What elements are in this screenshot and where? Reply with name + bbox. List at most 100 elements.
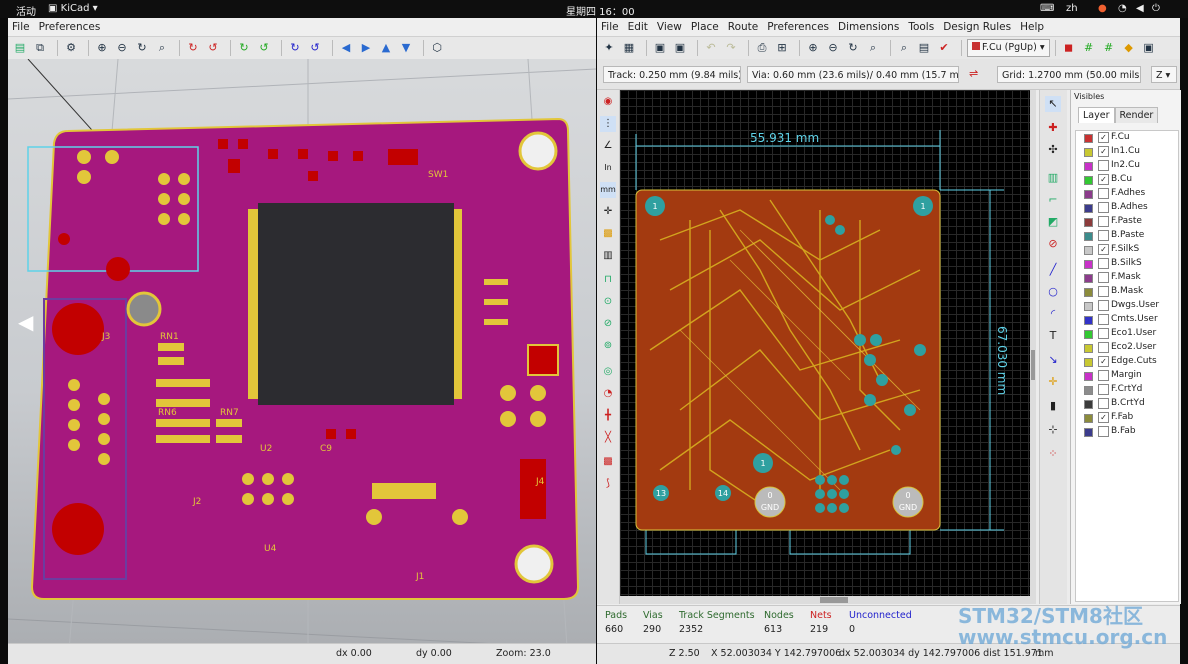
layer-row[interactable]: B.Paste — [1076, 229, 1178, 243]
clock[interactable]: 星期四 16：00 — [566, 3, 635, 18]
add-text-icon[interactable]: T — [1045, 328, 1061, 344]
units-mm-icon[interactable]: mm — [600, 182, 616, 198]
delete-icon[interactable]: ▮ — [1045, 398, 1061, 414]
layer-color-swatch[interactable] — [1084, 176, 1093, 185]
ortho-cube-icon[interactable]: ⬡ — [429, 40, 445, 56]
scripting-icon[interactable]: ▣ — [1141, 40, 1157, 56]
layer-row[interactable]: ✓ Edge.Cuts — [1076, 355, 1178, 369]
load-icon[interactable]: ▣ — [652, 40, 668, 56]
layer-row[interactable]: F.Mask — [1076, 271, 1178, 285]
zoom-select[interactable]: Z ▾ — [1151, 66, 1177, 83]
add-line-icon[interactable]: ╱ — [1045, 262, 1061, 278]
activities-button[interactable]: 活动 — [16, 3, 36, 18]
ratsnest-toggle-icon[interactable]: ▩ — [600, 226, 616, 242]
3d-viewport[interactable]: SW1 J2 J4 J1 U4 RN1 RN6 RN7 C9 J3 U2 — [8, 59, 596, 662]
grid-toggle-icon[interactable]: ⋮ — [600, 116, 616, 132]
add-circle-icon[interactable]: ○ — [1045, 284, 1061, 300]
pads-sketch-icon[interactable]: ◎ — [600, 364, 616, 380]
auto-track-width-icon[interactable]: ⇌ — [969, 67, 978, 80]
layer-visibility-checkbox[interactable] — [1098, 398, 1109, 409]
layer-visibility-checkbox[interactable]: ✓ — [1098, 132, 1109, 143]
layer-manager-icon[interactable]: ▩ — [600, 454, 616, 470]
layer-color-swatch[interactable] — [1084, 302, 1093, 311]
keepout-icon[interactable]: ⊘ — [1045, 236, 1061, 252]
highlight-net-icon[interactable]: ✚ — [1045, 120, 1061, 136]
layer-color-swatch[interactable] — [1084, 246, 1093, 255]
layer-visibility-checkbox[interactable] — [1098, 370, 1109, 381]
layer-row[interactable]: B.SilkS — [1076, 257, 1178, 271]
menu-dimensions[interactable]: Dimensions — [838, 21, 899, 33]
layer-visibility-checkbox[interactable]: ✓ — [1098, 244, 1109, 255]
layer-visibility-checkbox[interactable] — [1098, 314, 1109, 325]
add-arc-icon[interactable]: ◜ — [1045, 306, 1061, 322]
layer-color-swatch[interactable] — [1084, 414, 1093, 423]
via-size-select[interactable]: Via: 0.60 mm (23.6 mils)/ 0.40 mm (15.7 … — [747, 66, 959, 83]
layer-row[interactable]: ✓ F.Fab — [1076, 411, 1178, 425]
tab-render[interactable]: Render — [1114, 107, 1159, 123]
layer-visibility-checkbox[interactable]: ✓ — [1098, 174, 1109, 185]
layer-row[interactable]: ✓ F.Cu — [1076, 131, 1178, 145]
layer-color-swatch[interactable] — [1084, 372, 1093, 381]
layer-row[interactable]: F.Adhes — [1076, 187, 1178, 201]
layer-visibility-checkbox[interactable]: ✓ — [1098, 356, 1109, 367]
layer-color-swatch[interactable] — [1084, 190, 1093, 199]
undo-icon[interactable]: ↶ — [703, 40, 719, 56]
menu-edit[interactable]: Edit — [628, 21, 648, 33]
language-indicator[interactable]: zh — [1066, 3, 1078, 14]
add-footprint-icon[interactable]: ▥ — [1045, 170, 1061, 186]
layer-pair-icon[interactable]: ◼ — [1061, 40, 1077, 56]
netlist-icon[interactable]: ▤ — [916, 40, 932, 56]
layer-row[interactable]: Margin — [1076, 369, 1178, 383]
layer-row[interactable]: Eco2.User — [1076, 341, 1178, 355]
zone-outline-icon[interactable]: ⊘ — [600, 316, 616, 332]
ratsnest-icon[interactable]: # — [1101, 40, 1117, 56]
layer-visibility-checkbox[interactable] — [1098, 216, 1109, 227]
layer-color-swatch[interactable] — [1084, 274, 1093, 283]
move-left-icon[interactable]: ◀ — [338, 40, 354, 56]
add-zone-icon[interactable]: ◩ — [1045, 214, 1061, 230]
layer-color-swatch[interactable] — [1084, 218, 1093, 227]
menu-route[interactable]: Route — [728, 21, 758, 33]
settings-icon[interactable]: ⚙ — [63, 40, 79, 56]
vias-sketch-icon[interactable]: ◔ — [600, 386, 616, 402]
zoom-out-icon[interactable]: ⊖ — [825, 40, 841, 56]
layer-color-swatch[interactable] — [1084, 358, 1093, 367]
move-right-icon[interactable]: ▶ — [358, 40, 374, 56]
grid-origin-icon[interactable]: ⁘ — [1045, 446, 1061, 462]
refresh-icon[interactable]: ↻ — [134, 40, 150, 56]
layer-color-swatch[interactable] — [1084, 204, 1093, 213]
local-ratsnest-icon[interactable]: ✣ — [1045, 142, 1061, 158]
layer-color-swatch[interactable] — [1084, 316, 1093, 325]
menu-preferences[interactable]: Preferences — [767, 21, 829, 33]
save-icon[interactable]: ▣ — [672, 40, 688, 56]
grid-icon[interactable]: # — [1081, 40, 1097, 56]
layer-visibility-checkbox[interactable]: ✓ — [1098, 146, 1109, 157]
rotate-x-cw-icon[interactable]: ↻ — [185, 40, 201, 56]
layer-row[interactable]: ✓ In1.Cu — [1076, 145, 1178, 159]
app-menu[interactable]: ▣ KiCad ▾ — [48, 3, 98, 14]
autoplace-icon[interactable]: ◆ — [1121, 40, 1137, 56]
layer-visibility-checkbox[interactable] — [1098, 160, 1109, 171]
layer-row[interactable]: ✓ F.SilkS — [1076, 243, 1178, 257]
zoom-in-icon[interactable]: ⊕ — [94, 40, 110, 56]
layer-visibility-checkbox[interactable]: ✓ — [1098, 412, 1109, 423]
zoom-fit-icon[interactable]: ⌕ — [154, 40, 170, 56]
layer-color-swatch[interactable] — [1084, 134, 1093, 143]
polar-coords-icon[interactable]: ∠ — [600, 138, 616, 154]
layer-color-swatch[interactable] — [1084, 260, 1093, 269]
layer-visibility-checkbox[interactable] — [1098, 384, 1109, 395]
drc-icon[interactable]: ✔ — [936, 40, 952, 56]
select-tool-icon[interactable]: ↖ — [1045, 96, 1061, 112]
zoom-fit-icon[interactable]: ⌕ — [865, 40, 881, 56]
layer-color-swatch[interactable] — [1084, 400, 1093, 409]
dimension-vertical[interactable]: 67.030 mm — [995, 326, 1009, 395]
module-ratsnest-icon[interactable]: ▥ — [600, 248, 616, 264]
move-up-icon[interactable]: ▲ — [378, 40, 394, 56]
menu-design-rules[interactable]: Design Rules — [943, 21, 1011, 33]
layer-visibility-checkbox[interactable] — [1098, 342, 1109, 353]
reload-icon[interactable]: ▤ — [12, 40, 28, 56]
rotate-y-ccw-icon[interactable]: ↺ — [256, 40, 272, 56]
layer-color-swatch[interactable] — [1084, 428, 1093, 437]
pcb-canvas[interactable]: 55.931 mm 67.030 mm 1 1 1 13 14 0 GND 0 … — [620, 90, 1036, 604]
units-inch-icon[interactable]: In — [600, 160, 616, 176]
